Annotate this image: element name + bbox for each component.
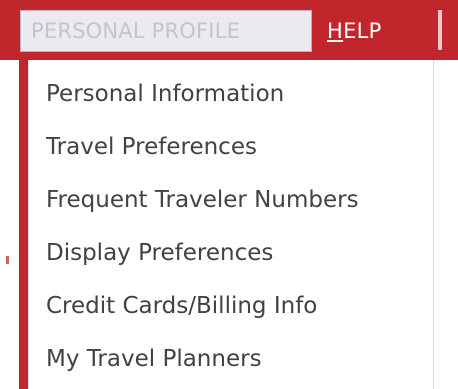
top-nav-bar: PERSONAL PROFILE HELP bbox=[0, 0, 458, 60]
menu-item-frequent-traveler-numbers[interactable]: Frequent Traveler Numbers bbox=[29, 174, 433, 227]
help-mnemonic-letter: H bbox=[327, 19, 344, 43]
menu-item-credit-cards-billing-info[interactable]: Credit Cards/Billing Info bbox=[29, 280, 433, 333]
help-label-rest: ELP bbox=[343, 19, 382, 43]
menu-item-my-travel-planners[interactable]: My Travel Planners bbox=[29, 333, 433, 386]
nav-divider bbox=[438, 10, 442, 50]
menu-item-travel-preferences[interactable]: Travel Preferences bbox=[29, 121, 433, 174]
personal-profile-menu[interactable]: PERSONAL PROFILE bbox=[20, 10, 312, 52]
personal-profile-dropdown: Personal Information Travel Preferences … bbox=[28, 60, 434, 389]
menu-item-personal-information[interactable]: Personal Information bbox=[29, 68, 433, 121]
dropdown-left-accent-bar bbox=[19, 60, 28, 389]
menu-item-display-preferences[interactable]: Display Preferences bbox=[29, 227, 433, 280]
dropdown-menu-list: Personal Information Travel Preferences … bbox=[29, 68, 433, 386]
help-menu[interactable]: HELP bbox=[327, 10, 382, 52]
background-fragment-mark bbox=[6, 256, 9, 264]
app-canvas: PERSONAL PROFILE HELP Personal Informati… bbox=[0, 0, 458, 389]
